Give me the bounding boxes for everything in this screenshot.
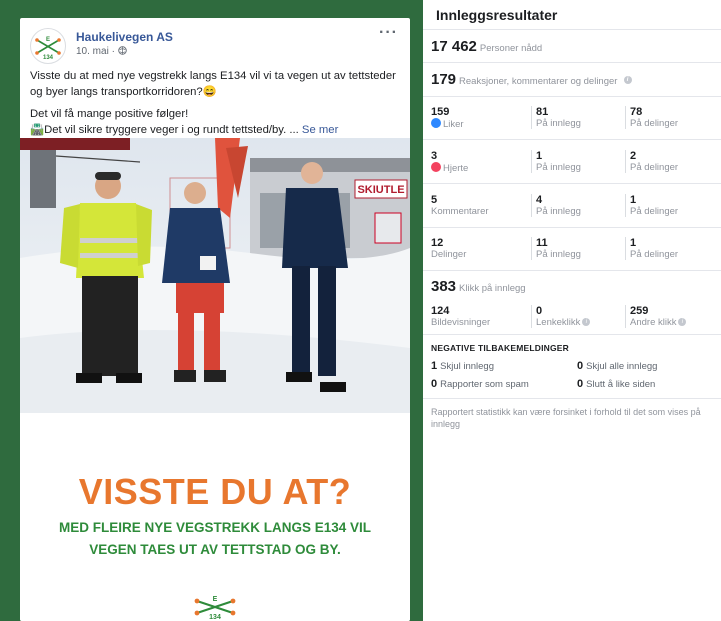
post-photo[interactable]: SKIUTLE: [20, 138, 410, 413]
likes-total: 159 Liker: [431, 106, 464, 130]
e134-banner-logo-icon: E 134: [194, 596, 236, 619]
comments-on-post: 4 På innlegg: [531, 194, 581, 217]
divider: [423, 183, 721, 184]
banner-subtitle-line: MED FLEIRE NYE VEGSTREKK LANGS E134 VIL: [58, 520, 372, 535]
globe-icon: [117, 46, 127, 55]
link-clicks: 0 Lenkeklikk i: [531, 305, 591, 328]
divider: [423, 96, 721, 97]
likes-on-post: 81 På innlegg: [531, 106, 581, 129]
negative-hide-post: 1 Skjul innlegg: [431, 360, 494, 372]
post-text-line: 🛣️Det vil sikre tryggere veger i og rund…: [30, 124, 299, 136]
negative-unlike-page: 0 Slutt å like siden: [577, 378, 656, 390]
reach-stat: 17 462 Personer nådd: [431, 38, 542, 55]
divider: [423, 398, 721, 399]
post-header: E 134 Haukelivegen AS 10. mai · ···: [30, 24, 402, 64]
engagement-stat: 179 Reaksjoner, kommentarer og delinger i: [431, 71, 632, 88]
post-insights-panel: Innleggsresultater 17 462 Personer nådd 1…: [423, 0, 721, 621]
post-banner[interactable]: VISSTE DU AT? MED FLEIRE NYE VEGSTREKK L…: [20, 413, 410, 621]
page-avatar[interactable]: E 134: [30, 28, 66, 64]
shares-total: 12 Delinger: [431, 237, 467, 260]
building-sign: SKIUTLE: [357, 184, 404, 196]
divider: [423, 139, 721, 140]
info-icon[interactable]: i: [582, 318, 591, 327]
svg-text:E: E: [213, 596, 218, 603]
hearts-on-post: 1 På innlegg: [531, 150, 581, 173]
shares-on-shares: 1 På delinger: [625, 237, 678, 260]
info-icon[interactable]: i: [623, 76, 632, 85]
photo-views: 124 Bildevisninger: [431, 305, 491, 328]
e134-logo-icon: E 134: [35, 37, 61, 61]
page-name-link[interactable]: Haukelivegen AS: [76, 30, 173, 44]
engagement-value: 179: [431, 71, 457, 88]
banner-subtitle: MED FLEIRE NYE VEGSTREKK LANGS E134 VIL …: [20, 517, 410, 561]
insights-footnote: Rapportert statistikk kan være forsinket…: [431, 407, 701, 429]
reach-value: 17 462: [431, 38, 477, 55]
negative-hide-all: 0 Skjul alle innlegg: [577, 360, 658, 372]
info-icon[interactable]: i: [678, 318, 687, 327]
panel-title: Innleggsresultater: [423, 0, 721, 30]
post-card: E 134 Haukelivegen AS 10. mai · ··· Viss…: [20, 18, 410, 621]
svg-text:134: 134: [209, 614, 221, 619]
divider: [423, 334, 721, 335]
more-options-button[interactable]: ···: [379, 24, 398, 42]
post-date[interactable]: 10. mai ·: [76, 46, 127, 57]
negative-feedback-title: NEGATIVE TILBAKEMELDINGER: [431, 343, 570, 353]
divider: [423, 270, 721, 271]
post-text-line: Det vil få mange positive følger!: [30, 108, 189, 120]
hearts-total: 3 Hjerte: [431, 150, 469, 174]
clicks-label: Klikk på innlegg: [459, 283, 526, 294]
svg-text:E: E: [46, 37, 50, 43]
comments-total: 5 Kommentarer: [431, 194, 489, 217]
clicks-stat: 383 Klikk på innlegg: [431, 278, 526, 295]
divider: [423, 227, 721, 228]
heart-icon: [431, 162, 441, 172]
other-clicks: 259 Andre klikk i: [625, 305, 687, 328]
banner-subtitle-line: VEGEN TAES UT AV TETTSTAD OG BY.: [89, 542, 341, 557]
see-more-link[interactable]: Se mer: [302, 124, 338, 136]
shares-on-post: 11 På innlegg: [531, 237, 581, 260]
negative-report-spam: 0 Rapporter som spam: [431, 378, 529, 390]
clicks-value: 383: [431, 278, 457, 295]
reach-label: Personer nådd: [479, 43, 543, 54]
post-date-text: 10. mai: [76, 46, 109, 57]
like-icon: [431, 118, 441, 128]
post-text: Visste du at med nye vegstrekk langs E13…: [30, 68, 400, 144]
banner-title: VISSTE DU AT?: [78, 471, 352, 512]
post-text-line: Visste du at med nye vegstrekk langs E13…: [30, 70, 396, 98]
engagement-label: Reaksjoner, kommentarer og delinger: [459, 76, 618, 87]
hearts-on-shares: 2 På delinger: [625, 150, 678, 173]
svg-text:134: 134: [43, 55, 54, 61]
divider: [423, 62, 721, 63]
likes-on-shares: 78 På delinger: [625, 106, 678, 129]
comments-on-shares: 1 På delinger: [625, 194, 678, 217]
